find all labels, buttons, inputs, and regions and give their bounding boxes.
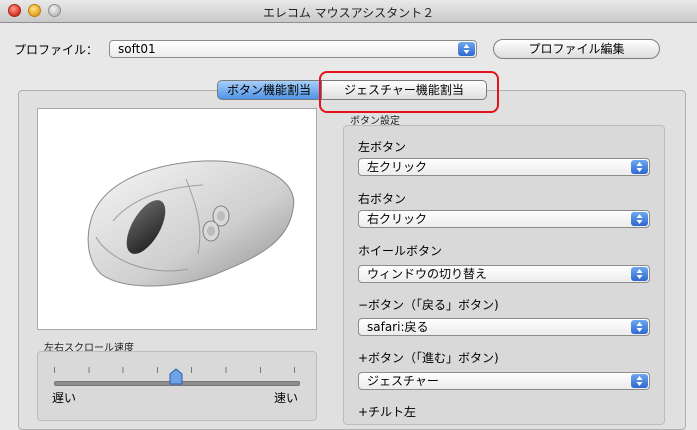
wheel-button-label: ホイールボタン: [358, 244, 443, 258]
left-button-select[interactable]: 左クリック: [358, 158, 650, 176]
back-button-select-value: safari:戻る: [367, 320, 429, 334]
select-arrows-icon: [631, 320, 648, 334]
forward-button-select-value: ジェスチャー: [367, 374, 439, 388]
mouse-illustration: [87, 160, 295, 287]
profile-edit-button[interactable]: プロファイル編集: [493, 39, 660, 59]
highlight-annotation: [319, 71, 499, 113]
back-button-select[interactable]: safari:戻る: [358, 318, 650, 336]
forward-button-select[interactable]: ジェスチャー: [358, 372, 650, 390]
mouse-image-frame: [37, 108, 317, 330]
select-arrows-icon: [631, 267, 648, 281]
slider-fast-label: 速い: [274, 391, 299, 405]
select-arrows-icon: [631, 212, 648, 226]
slider-slow-label: 遅い: [52, 391, 77, 405]
right-button-select[interactable]: 右クリック: [358, 210, 650, 228]
back-button-label: −ボタン（「戻る」ボタン): [358, 298, 499, 312]
left-button-label: 左ボタン: [358, 140, 407, 154]
window-titlebar: エレコム マウスアシスタント２: [0, 0, 697, 23]
profile-label: プロファイル：: [14, 43, 99, 57]
scroll-speed-group: 遅い 速い: [37, 351, 317, 421]
select-arrows-icon: [631, 374, 648, 388]
tilt-left-label: +チルト左: [358, 405, 417, 419]
profile-select[interactable]: soft01: [109, 40, 477, 58]
forward-button-label: +ボタン（「進む」ボタン): [358, 351, 499, 365]
select-arrows-icon: [631, 160, 648, 174]
right-button-select-value: 右クリック: [367, 212, 428, 226]
right-button-label: 右ボタン: [358, 192, 407, 206]
left-button-select-value: 左クリック: [367, 160, 428, 174]
profile-select-value: soft01: [118, 42, 156, 56]
window-title: エレコム マウスアシスタント２: [262, 6, 435, 20]
slider-thumb[interactable]: [169, 368, 183, 385]
tab-button-assign[interactable]: ボタン機能割当: [217, 80, 321, 100]
select-arrows-icon: [458, 42, 475, 56]
wheel-button-select-value: ウィンドウの切り替え: [367, 267, 488, 281]
wheel-button-select[interactable]: ウィンドウの切り替え: [358, 265, 650, 283]
